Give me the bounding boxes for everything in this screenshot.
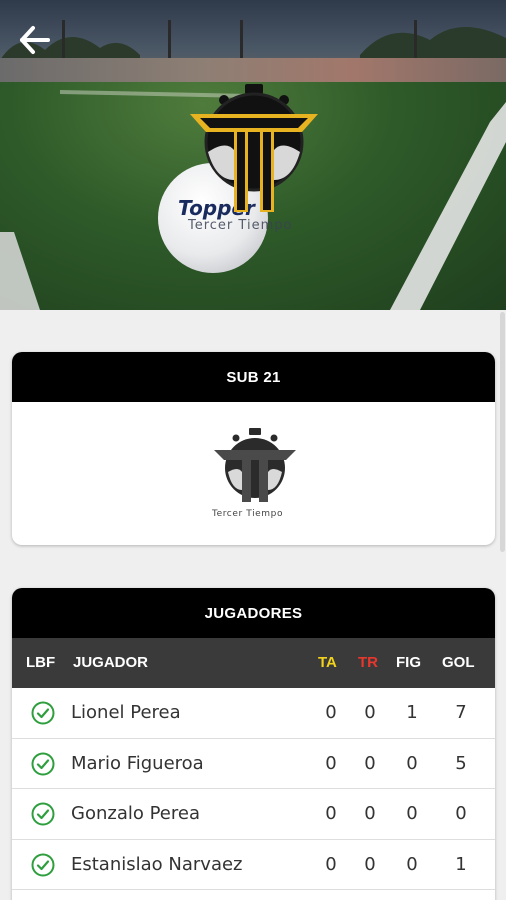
tercer-tiempo-logo	[190, 84, 318, 212]
player-tr: 0	[364, 702, 376, 723]
player-ta: 0	[325, 752, 337, 774]
team-card-title: SUB 21	[12, 352, 495, 402]
arrow-left-icon	[20, 26, 50, 54]
table-row[interactable]: Gonzalo Perea 0 0 0 0	[12, 789, 495, 840]
player-name: Estanislao Narvaez	[71, 853, 243, 875]
back-button[interactable]	[18, 24, 54, 56]
column-lbf: LBF	[26, 654, 56, 671]
player-tr: 0	[364, 752, 376, 774]
team-logo-caption: Tercer Tiempo	[212, 509, 284, 519]
scrollbar[interactable]	[500, 312, 505, 552]
player-ta: 0	[325, 853, 337, 875]
check-circle-icon	[31, 853, 55, 876]
team-logo-icon	[214, 428, 296, 502]
hero-banner: Topper Tercer Tiempo	[0, 0, 506, 310]
player-name: Lionel Perea	[71, 702, 181, 723]
column-player: JUGADOR	[73, 654, 149, 671]
column-tr: TR	[358, 654, 378, 671]
player-name: Gonzalo Perea	[71, 803, 200, 824]
player-gol: 5	[455, 752, 467, 774]
table-row[interactable]: Estanislao Narvaez 0 0 0 1	[12, 839, 495, 890]
player-tr: 0	[364, 853, 376, 875]
column-fig: FIG	[396, 654, 421, 671]
check-circle-icon	[31, 701, 55, 725]
players-card: JUGADORES LBF JUGADOR TA TR FIG GOL Lion…	[12, 588, 495, 900]
player-ta: 0	[325, 803, 337, 824]
table-row[interactable]: Lionel Perea 0 0 1 7	[12, 688, 495, 739]
player-fig: 0	[406, 803, 418, 824]
table-row[interactable]: Mario Figueroa 0 0 0 5	[12, 738, 495, 789]
column-ta: TA	[318, 654, 337, 671]
check-circle-icon	[31, 752, 55, 775]
player-fig: 0	[406, 752, 418, 774]
column-gol: GOL	[442, 654, 475, 671]
player-fig: 0	[406, 853, 418, 875]
check-circle-icon	[31, 802, 55, 826]
player-gol: 7	[455, 702, 467, 723]
players-card-title: JUGADORES	[12, 588, 495, 638]
players-table-header: LBF JUGADOR TA TR FIG GOL	[12, 638, 495, 688]
player-name: Mario Figueroa	[71, 752, 204, 774]
player-gol: 1	[455, 853, 467, 875]
player-fig: 1	[406, 702, 418, 723]
player-ta: 0	[325, 702, 337, 723]
hero-logo-caption: Tercer Tiempo	[188, 218, 293, 233]
team-card: SUB 21 Tercer Tiempo	[12, 352, 495, 545]
player-tr: 0	[364, 803, 376, 824]
player-gol: 0	[455, 803, 467, 824]
